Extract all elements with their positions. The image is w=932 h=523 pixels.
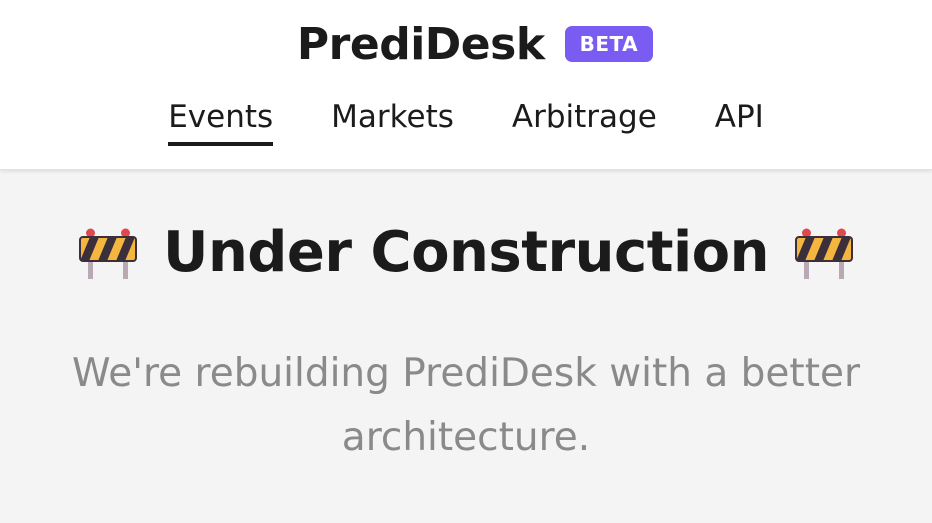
- construction-barrier-icon: [795, 228, 854, 279]
- site-logo[interactable]: PrediDesk: [297, 19, 545, 70]
- main-nav: Events Markets Arbitrage API: [0, 100, 932, 147]
- nav-item-api[interactable]: API: [715, 100, 764, 146]
- beta-badge: BETA: [564, 26, 654, 62]
- nav-item-markets[interactable]: Markets: [331, 100, 454, 146]
- main-content: Under Construction We're rebuilding Pred…: [0, 170, 932, 523]
- subtitle: We're rebuilding PrediDesk with a better…: [71, 351, 861, 460]
- page-heading: Under Construction: [0, 220, 932, 285]
- nav-item-arbitrage[interactable]: Arbitrage: [512, 100, 657, 146]
- heading-text: Under Construction: [162, 220, 770, 285]
- construction-barrier-icon: [78, 228, 137, 279]
- site-header: PrediDesk BETA Events Markets Arbitrage …: [0, 0, 932, 170]
- nav-item-events[interactable]: Events: [168, 100, 274, 147]
- brand: PrediDesk BETA: [0, 16, 932, 72]
